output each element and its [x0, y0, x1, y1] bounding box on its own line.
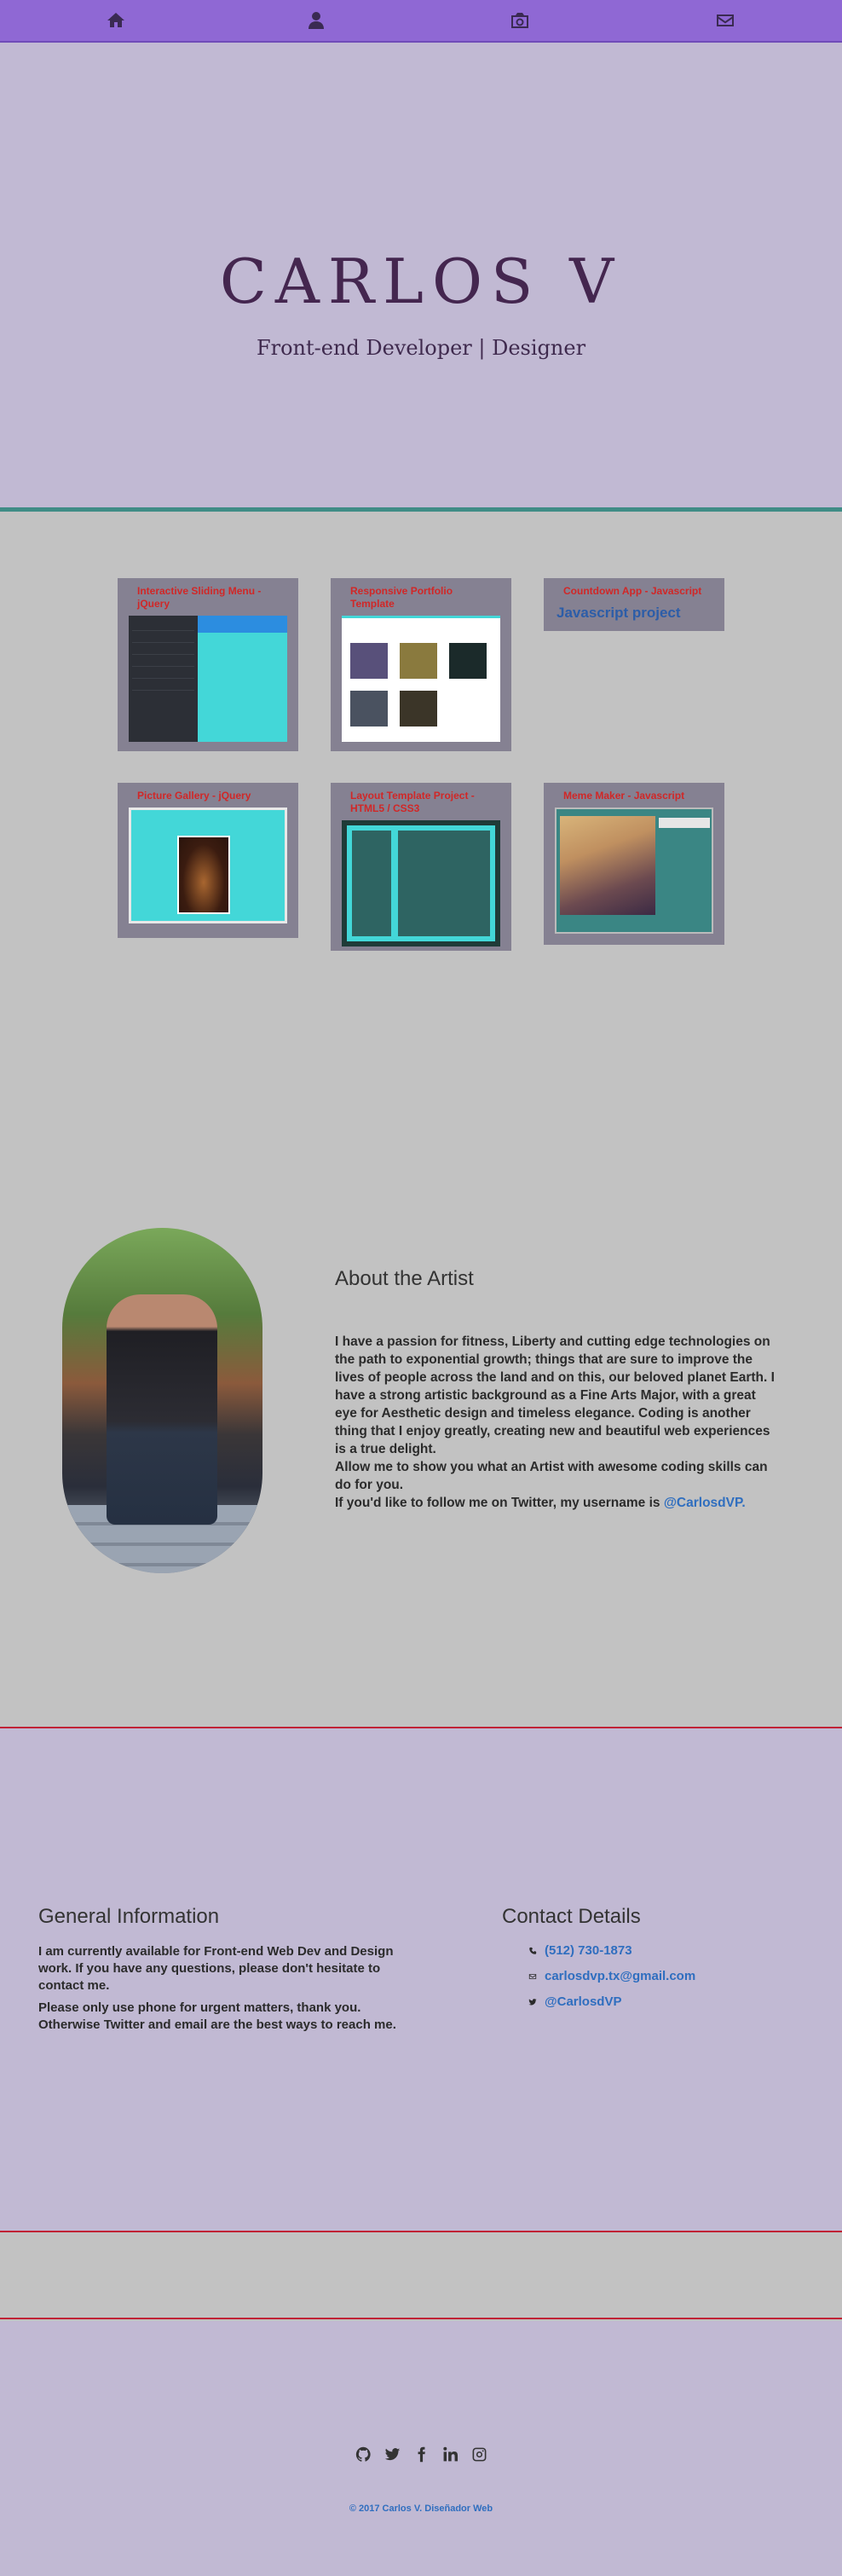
- hero: CARLOS V Front-end Developer | Designer: [0, 43, 842, 512]
- card-thumbnail: [342, 616, 500, 742]
- about-follow: If you'd like to follow me on Twitter, m…: [335, 1494, 778, 1512]
- portfolio-card-responsive-template[interactable]: Responsive Portfolio Template: [331, 578, 511, 751]
- linkedin-icon: [442, 2446, 458, 2461]
- envelope-icon: [717, 14, 734, 26]
- phone-icon: [529, 1947, 537, 1954]
- contact-phone[interactable]: (512) 730-1873: [528, 1943, 632, 1958]
- phone-link[interactable]: (512) 730-1873: [545, 1943, 632, 1958]
- contact-details-heading: Contact Details: [502, 1905, 641, 1928]
- general-info-paragraph-2: Please only use phone for urgent matters…: [38, 2000, 396, 2032]
- twitter-icon: [528, 1998, 537, 2005]
- instagram-icon: [472, 2447, 486, 2461]
- github-link[interactable]: [355, 2446, 372, 2463]
- twitter-link-footer[interactable]: [384, 2446, 401, 2463]
- card-title: Countdown App - Javascript: [563, 585, 702, 597]
- follow-text: If you'd like to follow me on Twitter, m…: [335, 1496, 664, 1510]
- page: CARLOS V Front-end Developer | Designer …: [0, 0, 842, 2576]
- card-title: Interactive Sliding Menu - jQuery: [137, 585, 262, 610]
- hero-title: CARLOS V: [219, 246, 623, 317]
- card-title: Picture Gallery - jQuery: [137, 790, 251, 802]
- card-title: Responsive Portfolio Template: [350, 585, 453, 610]
- facebook-link[interactable]: [412, 2446, 430, 2463]
- twitter-icon: [384, 2447, 400, 2460]
- instagram-link[interactable]: [470, 2446, 487, 2463]
- portfolio-card-sliding-menu[interactable]: Interactive Sliding Menu - jQuery: [118, 578, 298, 751]
- linkedin-link[interactable]: [441, 2446, 458, 2463]
- portfolio-card-layout-template[interactable]: Layout Template Project - HTML5 / CSS3: [331, 783, 511, 951]
- avatar: [62, 1228, 262, 1573]
- card-thumbnail: [129, 808, 287, 923]
- home-icon: [107, 13, 124, 27]
- card-thumbnail: [342, 820, 500, 946]
- twitter-link[interactable]: @CarlosdVP: [545, 1994, 621, 2009]
- social-links: [355, 2446, 487, 2463]
- nav-portfolio[interactable]: [507, 9, 533, 32]
- top-nav: [0, 0, 842, 43]
- info-section: General Information I am currently avail…: [0, 1727, 842, 2232]
- card-title: Layout Template Project - HTML5 / CSS3: [350, 790, 475, 814]
- github-icon: [355, 2446, 371, 2462]
- card-thumbnail: [129, 616, 287, 742]
- general-info-paragraph: I am currently available for Front-end W…: [38, 1944, 394, 1993]
- card-title: Meme Maker - Javascript: [563, 790, 685, 802]
- meme-form: [659, 818, 710, 828]
- email-link[interactable]: carlosdvp.tx@gmail.com: [545, 1969, 695, 1983]
- nav-home[interactable]: [103, 9, 129, 32]
- nav-about[interactable]: [303, 9, 329, 32]
- about-paragraph-2: Allow me to show you what an Artist with…: [335, 1460, 768, 1492]
- footer: © 2017 Carlos V. Diseñador Web: [0, 2321, 842, 2576]
- copyright: © 2017 Carlos V. Diseñador Web: [349, 2504, 493, 2514]
- facebook-icon: [418, 2446, 425, 2462]
- envelope-icon: [528, 1973, 537, 1979]
- portfolio-card-meme-maker[interactable]: Meme Maker - Javascript: [544, 783, 724, 945]
- about-paragraph: I have a passion for fitness, Liberty an…: [335, 1334, 775, 1456]
- meme-photo: [560, 816, 655, 915]
- contact-email[interactable]: carlosdvp.tx@gmail.com: [528, 1969, 695, 1983]
- user-icon: [309, 12, 324, 29]
- spacer-band: [0, 2232, 842, 2319]
- portfolio-card-picture-gallery[interactable]: Picture Gallery - jQuery: [118, 783, 298, 938]
- nav-contact[interactable]: [712, 9, 738, 32]
- camera-icon: [511, 13, 528, 28]
- javascript-project-link[interactable]: Javascript project: [557, 605, 712, 622]
- hero-subtitle: Front-end Developer | Designer: [256, 336, 586, 360]
- about-text: I have a passion for fitness, Liberty an…: [335, 1333, 778, 1512]
- card-thumbnail: [555, 808, 713, 934]
- about-heading: About the Artist: [335, 1267, 474, 1290]
- portfolio-card-countdown[interactable]: Countdown App - Javascript Javascript pr…: [544, 578, 724, 631]
- contact-twitter[interactable]: @CarlosdVP: [528, 1994, 621, 2009]
- general-info-heading: General Information: [38, 1905, 220, 1928]
- twitter-handle-link[interactable]: @CarlosdVP.: [664, 1496, 746, 1510]
- gallery-photo: [177, 836, 230, 914]
